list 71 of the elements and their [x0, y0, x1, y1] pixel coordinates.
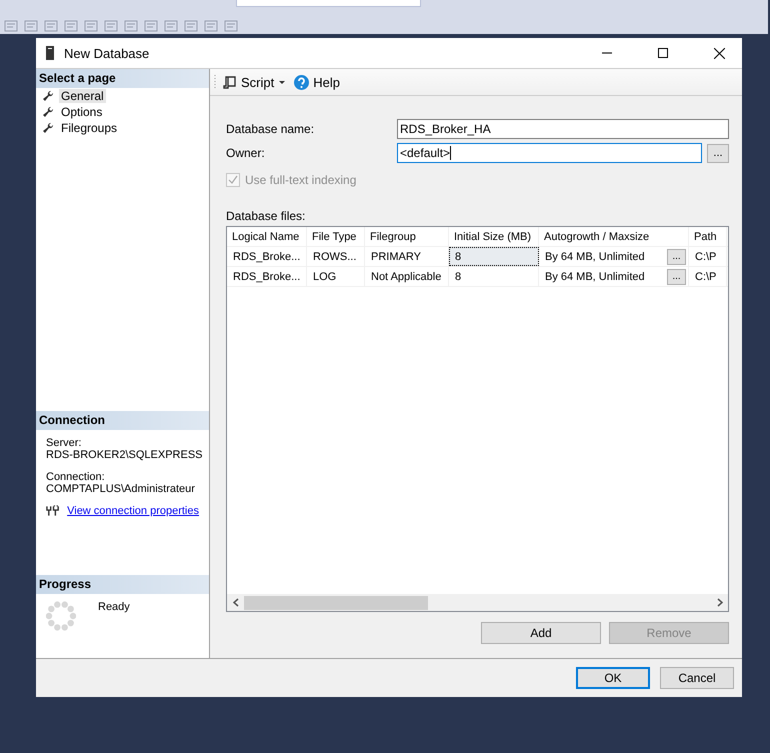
table-cell[interactable]: 8	[449, 267, 539, 286]
wrench-icon	[42, 122, 54, 134]
server-label: Server:	[46, 437, 82, 449]
script-button[interactable]: Script	[221, 74, 288, 90]
close-icon	[714, 48, 724, 58]
toolbar-icon[interactable]	[224, 18, 238, 32]
autogrowth-button[interactable]: ...	[667, 248, 686, 264]
table-cell: RDS_Broke...	[227, 267, 307, 286]
file-button[interactable]: Add	[481, 622, 601, 644]
toolbar-icon[interactable]	[164, 18, 178, 32]
page-item[interactable]: General	[59, 89, 106, 103]
scroll-left-icon[interactable]	[232, 598, 238, 607]
grip-icon	[214, 75, 217, 89]
toolbar-icon[interactable]	[144, 18, 158, 32]
toolbar-icon[interactable]	[104, 18, 118, 32]
database-name-label: Database name:	[226, 122, 316, 136]
browse-button[interactable]: ...	[707, 144, 729, 162]
column-header: Logical Name	[227, 227, 307, 246]
toolbar-icon[interactable]	[4, 18, 18, 32]
server-icon	[46, 46, 54, 60]
table-cell[interactable]: 8	[449, 247, 539, 266]
table-cell: Not Applicable	[365, 267, 449, 286]
column-header: Initial Size (MB)	[449, 227, 539, 246]
section-heading: Select a page	[36, 69, 209, 88]
dialog-button[interactable]: Cancel	[660, 667, 734, 689]
table-cell: C:\P	[689, 267, 727, 286]
toolbar-icon[interactable]	[64, 18, 78, 32]
connection-value: COMPTAPLUS\Administrateur	[46, 483, 196, 495]
table-cell: LOG	[307, 267, 365, 286]
caret-icon	[278, 78, 286, 86]
toolbar-icon[interactable]	[124, 18, 138, 32]
dialog-button[interactable]: OK	[576, 667, 650, 689]
column-header: File Type	[307, 227, 365, 246]
fulltext-label: Use full-text indexing	[245, 173, 356, 187]
table-cell: RDS_Broke...	[227, 247, 307, 266]
toolbar-icon[interactable]	[44, 18, 58, 32]
toolbar-icon[interactable]	[84, 18, 98, 32]
wrench-icon	[42, 90, 54, 102]
progress-status: Ready	[98, 601, 130, 615]
section-heading: Progress	[36, 575, 209, 594]
autogrowth-button[interactable]: ...	[667, 268, 686, 284]
page-item[interactable]: Filegroups	[59, 121, 120, 135]
toolbar-field[interactable]	[236, 0, 421, 7]
table-cell: C:\P	[689, 247, 727, 266]
maximize-icon	[658, 48, 668, 58]
owner-field[interactable]: <default>	[397, 143, 702, 163]
spinner-icon	[46, 601, 76, 631]
toolbar-icon[interactable]	[184, 18, 198, 32]
toolbar-icon[interactable]	[204, 18, 218, 32]
help-button[interactable]: Help	[292, 74, 342, 90]
wrench-icon	[42, 106, 54, 118]
column-header: Path	[689, 227, 727, 246]
page-item[interactable]: Options	[59, 105, 104, 119]
owner-label: Owner:	[226, 146, 266, 160]
scroll-right-icon[interactable]	[716, 598, 722, 607]
horizontal-scrollbar[interactable]	[227, 594, 728, 611]
connection-label: Connection:	[46, 471, 106, 483]
connection-properties-link[interactable]: View connection properties	[67, 505, 199, 517]
help-icon	[294, 74, 310, 90]
plug-icon	[46, 505, 60, 517]
database-name-field[interactable]: RDS_Broker_HA	[397, 119, 729, 139]
column-header: Autogrowth / Maxsize	[539, 227, 689, 246]
table-cell: ROWS...	[307, 247, 365, 266]
script-icon	[223, 75, 237, 89]
window-title: New Database	[64, 46, 150, 60]
section-heading: Connection	[36, 411, 209, 430]
files-label: Database files:	[226, 209, 306, 223]
toolbar-icon[interactable]	[24, 18, 38, 32]
table-cell: By 64 MB, Unlimited ...	[539, 247, 689, 266]
column-header: Filegroup	[365, 227, 449, 246]
table-cell: By 64 MB, Unlimited ...	[539, 267, 689, 286]
